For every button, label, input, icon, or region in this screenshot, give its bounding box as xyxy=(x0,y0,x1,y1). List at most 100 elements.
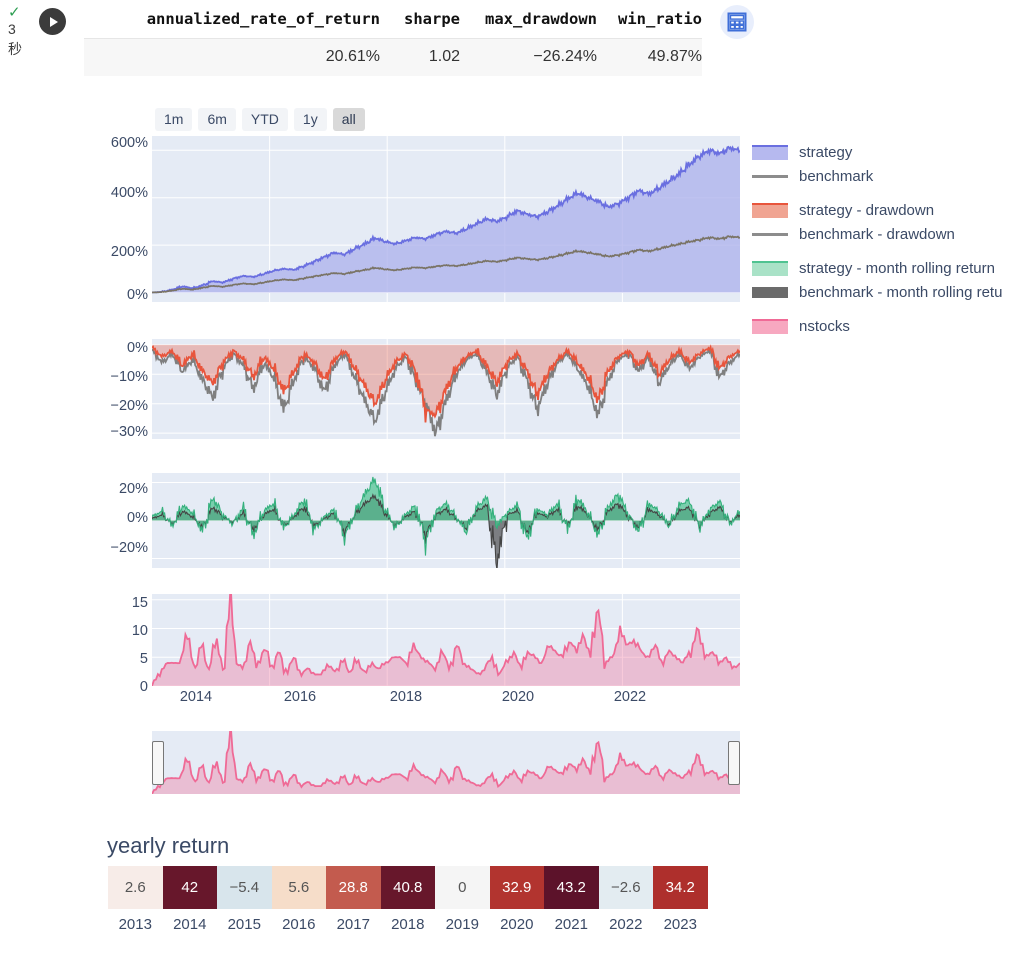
drawdown-ytick-0: 0% xyxy=(127,340,148,356)
xtick-2018: 2018 xyxy=(389,689,423,705)
legend-label-strategy-drawdown: strategy - drawdown xyxy=(799,201,935,219)
legend-item-strategy-drawdown[interactable]: strategy - drawdown xyxy=(752,198,1002,222)
column-header-win-ratio: win_ratio xyxy=(618,10,702,28)
legend-swatch-benchmark xyxy=(752,174,788,178)
drawdown-chart[interactable] xyxy=(152,339,740,439)
yearly-return-cell[interactable]: 42 xyxy=(162,866,217,909)
cell-gutter: ✓ 3 秒 xyxy=(0,0,76,80)
range-slider-handle-right[interactable] xyxy=(728,741,740,785)
range-button-6m[interactable]: 6m xyxy=(198,108,236,132)
nstocks-ytick-15: 15 xyxy=(131,595,148,611)
play-icon xyxy=(49,16,58,27)
chart-legend: strategy benchmark strategy - drawdown b… xyxy=(752,140,1002,338)
legend-swatch-benchmark-drawdown xyxy=(752,232,788,236)
rolling-return-chart[interactable] xyxy=(152,473,740,568)
equity-ytick-0: 0% xyxy=(127,287,148,303)
yearly-return-year-label: 2022 xyxy=(609,916,643,933)
legend-item-nstocks[interactable]: nstocks xyxy=(752,314,1002,338)
rolling-ytick-20: 20% xyxy=(118,481,148,497)
yearly-return-cell[interactable]: 43.2 xyxy=(544,866,599,909)
table-view-button[interactable] xyxy=(720,5,754,39)
yearly-return-cell[interactable]: 32.9 xyxy=(489,866,544,909)
runtime-unit: 秒 xyxy=(8,41,22,57)
yearly-return-column: 5.6 2016 xyxy=(271,866,326,933)
check-icon: ✓ xyxy=(8,4,21,21)
value-win-ratio: 49.87% xyxy=(647,48,702,65)
range-button-1m[interactable]: 1m xyxy=(155,108,193,132)
xtick-2014: 2014 xyxy=(179,689,213,705)
legend-label-benchmark-drawdown: benchmark - drawdown xyxy=(799,225,955,243)
yearly-return-column: 0 2019 xyxy=(435,866,490,932)
runtime-value: 3 xyxy=(8,21,16,37)
legend-swatch-strategy-drawdown xyxy=(752,202,788,218)
yearly-return-column: −5.4 2015 xyxy=(217,866,272,932)
value-sharpe: 1.02 xyxy=(428,48,460,65)
yearly-return-column: 34.2 2023 xyxy=(653,866,708,932)
yearly-return-cell[interactable]: −5.4 xyxy=(217,866,272,909)
legend-item-benchmark-rolling-return[interactable]: benchmark - month rolling retu xyxy=(752,280,1002,304)
legend-label-benchmark-rolling-return: benchmark - month rolling retu xyxy=(799,283,1003,301)
legend-swatch-benchmark-rolling-return xyxy=(752,286,788,298)
yearly-return-title: yearly return xyxy=(107,833,230,858)
yearly-return-cell[interactable]: 40.8 xyxy=(380,866,435,909)
yearly-return-cell[interactable]: 5.6 xyxy=(271,866,326,909)
legend-label-nstocks: nstocks xyxy=(799,317,850,335)
rolling-ytick-0: 0% xyxy=(127,510,148,526)
legend-swatch-nstocks xyxy=(752,318,788,334)
yearly-return-column: −2.6 2022 xyxy=(598,866,653,933)
yearly-return-year-label: 2023 xyxy=(663,916,697,933)
range-slider[interactable] xyxy=(151,724,741,795)
yearly-return-year-label: 2014 xyxy=(173,916,207,933)
yearly-return-column: 32.9 2020 xyxy=(489,866,544,933)
yearly-return-cell[interactable]: 34.2 xyxy=(653,866,708,909)
yearly-return-year-label: 2013 xyxy=(118,916,152,933)
xtick-2016: 2016 xyxy=(283,689,317,705)
table-icon xyxy=(727,12,747,32)
nstocks-ytick-5: 5 xyxy=(139,651,148,667)
xtick-2020: 2020 xyxy=(501,689,535,705)
legend-item-strategy-rolling-return[interactable]: strategy - month rolling return xyxy=(752,256,1002,280)
yearly-return-cell[interactable]: −2.6 xyxy=(598,866,653,909)
run-cell-button[interactable] xyxy=(39,8,66,35)
legend-swatch-strategy-rolling-return xyxy=(752,260,788,276)
yearly-return-year-label: 2018 xyxy=(391,916,425,933)
yearly-return-cell[interactable]: 0 xyxy=(435,866,490,909)
yearly-return-column: 40.8 2018 xyxy=(380,866,435,933)
nstocks-ytick-10: 10 xyxy=(131,623,148,639)
legend-label-benchmark: benchmark xyxy=(799,167,874,185)
legend-item-benchmark[interactable]: benchmark xyxy=(752,164,1002,188)
yearly-return-year-label: 2016 xyxy=(282,916,316,933)
yearly-return-cell[interactable]: 28.8 xyxy=(326,866,381,909)
equity-ytick-200: 200% xyxy=(110,244,148,260)
range-button-ytd[interactable]: YTD xyxy=(241,108,288,132)
legend-swatch-strategy xyxy=(752,144,788,160)
yearly-return-cell[interactable]: 2.6 xyxy=(108,866,163,909)
drawdown-ytick-neg10: −10% xyxy=(110,369,149,385)
legend-item-benchmark-drawdown[interactable]: benchmark - drawdown xyxy=(752,222,1002,246)
column-header-annualized-rate-of-return: annualized_rate_of_return xyxy=(146,10,380,28)
yearly-return-heatmap: 2.6 2013 42 2014 −5.4 2015 5.6 2016 28.8 2017 40.8… xyxy=(108,866,708,932)
cumulative-return-chart[interactable] xyxy=(152,136,740,302)
yearly-return-column: 42 2014 xyxy=(162,866,217,933)
rolling-ytick-neg20: −20% xyxy=(110,540,149,556)
table-header-row: annualized_rate_of_return sharpe max_dra… xyxy=(84,10,702,39)
equity-ytick-600: 600% xyxy=(110,135,148,151)
column-header-max-drawdown: max_drawdown xyxy=(485,10,597,28)
range-button-1y[interactable]: 1y xyxy=(293,108,327,132)
value-annualized-rate-of-return: 20.61% xyxy=(325,48,380,65)
yearly-return-year-label: 2020 xyxy=(500,916,534,933)
legend-item-strategy[interactable]: strategy xyxy=(752,140,1002,164)
yearly-return-year-label: 2017 xyxy=(336,916,370,933)
yearly-return-year-label: 2021 xyxy=(554,916,588,933)
report-root: ✓ 3 秒 annualized_rate_of_return sharpe m… xyxy=(0,0,1024,966)
range-button-all[interactable]: all xyxy=(332,108,365,132)
column-header-sharpe: sharpe xyxy=(404,10,460,28)
range-slider-handle-left[interactable] xyxy=(152,741,164,785)
table-row: 20.61% 1.02 −26.24% 49.87% xyxy=(84,39,702,76)
value-max-drawdown: −26.24% xyxy=(533,48,597,65)
drawdown-ytick-neg20: −20% xyxy=(110,398,149,414)
equity-ytick-400: 400% xyxy=(110,185,148,201)
yearly-return-column: 43.2 2021 xyxy=(544,866,599,932)
nstocks-chart[interactable] xyxy=(152,594,740,686)
nstocks-ytick-0: 0 xyxy=(139,679,148,695)
